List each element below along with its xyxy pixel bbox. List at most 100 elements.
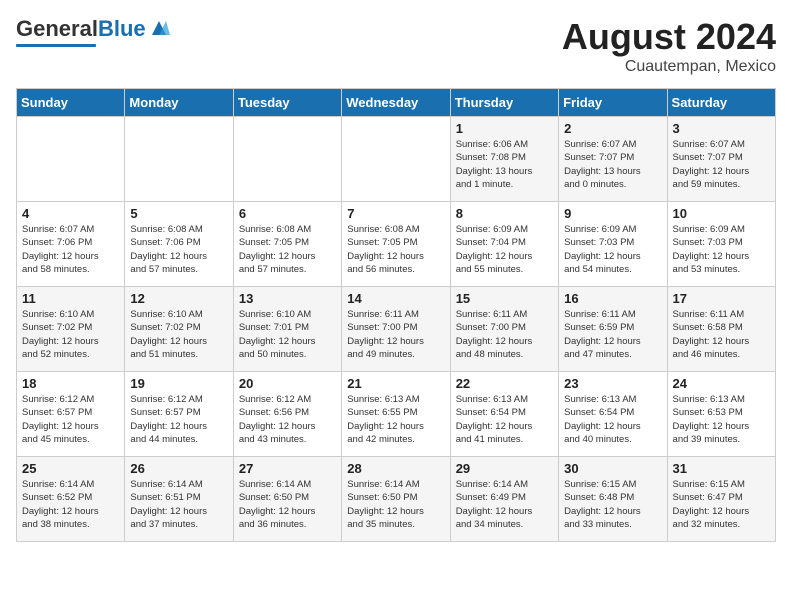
calendar-cell: 4 Sunrise: 6:07 AM Sunset: 7:06 PM Daylig…	[17, 202, 125, 287]
day-number: 11	[22, 291, 119, 306]
calendar-cell: 2Sunrise: 6:07 AM Sunset: 7:07 PM Daylig…	[559, 117, 667, 202]
day-info: Sunrise: 6:10 AM Sunset: 7:01 PM Dayligh…	[239, 308, 336, 361]
day-info: Sunrise: 6:09 AM Sunset: 7:03 PM Dayligh…	[673, 223, 770, 276]
calendar-cell: 26 Sunrise: 6:14 AM Sunset: 6:51 PM Dayli…	[125, 457, 233, 542]
day-number: 3	[673, 121, 770, 136]
calendar-cell: 28 Sunrise: 6:14 AM Sunset: 6:50 PM Dayli…	[342, 457, 450, 542]
day-number: 12	[130, 291, 227, 306]
day-of-week-header: Saturday	[667, 89, 775, 117]
calendar-cell: 22Sunrise: 6:13 AM Sunset: 6:54 PM Dayli…	[450, 372, 558, 457]
day-number: 24	[673, 376, 770, 391]
calendar-cell	[125, 117, 233, 202]
calendar-cell: 29 Sunrise: 6:14 AM Sunset: 6:49 PM Dayli…	[450, 457, 558, 542]
calendar-cell: 17Sunrise: 6:11 AM Sunset: 6:58 PM Dayli…	[667, 287, 775, 372]
day-info: Sunrise: 6:07 AM Sunset: 7:06 PM Dayligh…	[22, 223, 119, 276]
calendar-cell: 20 Sunrise: 6:12 AM Sunset: 6:56 PM Dayli…	[233, 372, 341, 457]
calendar-cell	[342, 117, 450, 202]
logo: GeneralBlue	[16, 16, 170, 47]
day-number: 18	[22, 376, 119, 391]
day-number: 8	[456, 206, 553, 221]
calendar-cell: 25 Sunrise: 6:14 AM Sunset: 6:52 PM Dayli…	[17, 457, 125, 542]
day-number: 6	[239, 206, 336, 221]
calendar-cell	[233, 117, 341, 202]
day-number: 23	[564, 376, 661, 391]
logo-underline	[16, 44, 96, 47]
calendar-cell: 15 Sunrise: 6:11 AM Sunset: 7:00 PM Dayli…	[450, 287, 558, 372]
day-info: Sunrise: 6:14 AM Sunset: 6:51 PM Dayligh…	[130, 478, 227, 531]
day-info: Sunrise: 6:11 AM Sunset: 7:00 PM Dayligh…	[347, 308, 444, 361]
day-info: Sunrise: 6:12 AM Sunset: 6:56 PM Dayligh…	[239, 393, 336, 446]
days-header-row: SundayMondayTuesdayWednesdayThursdayFrid…	[17, 89, 776, 117]
day-info: Sunrise: 6:14 AM Sunset: 6:50 PM Dayligh…	[347, 478, 444, 531]
day-number: 21	[347, 376, 444, 391]
calendar-cell	[17, 117, 125, 202]
day-number: 10	[673, 206, 770, 221]
calendar-week-row: 25 Sunrise: 6:14 AM Sunset: 6:52 PM Dayli…	[17, 457, 776, 542]
day-info: Sunrise: 6:11 AM Sunset: 7:00 PM Dayligh…	[456, 308, 553, 361]
calendar-cell: 23 Sunrise: 6:13 AM Sunset: 6:54 PM Dayli…	[559, 372, 667, 457]
day-info: Sunrise: 6:15 AM Sunset: 6:47 PM Dayligh…	[673, 478, 770, 531]
day-info: Sunrise: 6:14 AM Sunset: 6:49 PM Dayligh…	[456, 478, 553, 531]
day-info: Sunrise: 6:09 AM Sunset: 7:03 PM Dayligh…	[564, 223, 661, 276]
day-info: Sunrise: 6:06 AM Sunset: 7:08 PM Dayligh…	[456, 138, 553, 191]
calendar-cell: 14 Sunrise: 6:11 AM Sunset: 7:00 PM Dayli…	[342, 287, 450, 372]
day-of-week-header: Thursday	[450, 89, 558, 117]
day-of-week-header: Wednesday	[342, 89, 450, 117]
calendar-table: SundayMondayTuesdayWednesdayThursdayFrid…	[16, 88, 776, 542]
logo-blue-text: Blue	[98, 16, 146, 41]
day-info: Sunrise: 6:08 AM Sunset: 7:06 PM Dayligh…	[130, 223, 227, 276]
day-number: 5	[130, 206, 227, 221]
day-info: Sunrise: 6:08 AM Sunset: 7:05 PM Dayligh…	[239, 223, 336, 276]
title-block: August 2024 Cuautempan, Mexico	[562, 16, 776, 76]
day-info: Sunrise: 6:09 AM Sunset: 7:04 PM Dayligh…	[456, 223, 553, 276]
day-number: 15	[456, 291, 553, 306]
calendar-cell: 11 Sunrise: 6:10 AM Sunset: 7:02 PM Dayli…	[17, 287, 125, 372]
day-number: 29	[456, 461, 553, 476]
calendar-cell: 13 Sunrise: 6:10 AM Sunset: 7:01 PM Dayli…	[233, 287, 341, 372]
day-info: Sunrise: 6:08 AM Sunset: 7:05 PM Dayligh…	[347, 223, 444, 276]
calendar-week-row: 11 Sunrise: 6:10 AM Sunset: 7:02 PM Dayli…	[17, 287, 776, 372]
day-number: 25	[22, 461, 119, 476]
page-header: GeneralBlue August 2024 Cuautempan, Mexi…	[16, 16, 776, 76]
day-number: 14	[347, 291, 444, 306]
day-info: Sunrise: 6:10 AM Sunset: 7:02 PM Dayligh…	[22, 308, 119, 361]
day-number: 19	[130, 376, 227, 391]
calendar-cell: 16Sunrise: 6:11 AM Sunset: 6:59 PM Dayli…	[559, 287, 667, 372]
calendar-cell: 5 Sunrise: 6:08 AM Sunset: 7:06 PM Daylig…	[125, 202, 233, 287]
calendar-cell: 31Sunrise: 6:15 AM Sunset: 6:47 PM Dayli…	[667, 457, 775, 542]
day-number: 13	[239, 291, 336, 306]
day-number: 27	[239, 461, 336, 476]
day-info: Sunrise: 6:10 AM Sunset: 7:02 PM Dayligh…	[130, 308, 227, 361]
day-number: 20	[239, 376, 336, 391]
calendar-cell: 1 Sunrise: 6:06 AM Sunset: 7:08 PM Daylig…	[450, 117, 558, 202]
calendar-week-row: 4 Sunrise: 6:07 AM Sunset: 7:06 PM Daylig…	[17, 202, 776, 287]
day-info: Sunrise: 6:12 AM Sunset: 6:57 PM Dayligh…	[130, 393, 227, 446]
day-number: 26	[130, 461, 227, 476]
location-subtitle: Cuautempan, Mexico	[562, 58, 776, 76]
calendar-cell: 18 Sunrise: 6:12 AM Sunset: 6:57 PM Dayli…	[17, 372, 125, 457]
day-of-week-header: Friday	[559, 89, 667, 117]
day-info: Sunrise: 6:12 AM Sunset: 6:57 PM Dayligh…	[22, 393, 119, 446]
day-number: 4	[22, 206, 119, 221]
day-number: 22	[456, 376, 553, 391]
day-info: Sunrise: 6:13 AM Sunset: 6:54 PM Dayligh…	[564, 393, 661, 446]
day-number: 2	[564, 121, 661, 136]
calendar-cell: 19 Sunrise: 6:12 AM Sunset: 6:57 PM Dayli…	[125, 372, 233, 457]
day-number: 30	[564, 461, 661, 476]
day-info: Sunrise: 6:11 AM Sunset: 6:58 PM Dayligh…	[673, 308, 770, 361]
month-title: August 2024	[562, 16, 776, 58]
day-of-week-header: Tuesday	[233, 89, 341, 117]
day-of-week-header: Monday	[125, 89, 233, 117]
calendar-cell: 27Sunrise: 6:14 AM Sunset: 6:50 PM Dayli…	[233, 457, 341, 542]
day-number: 16	[564, 291, 661, 306]
calendar-cell: 21Sunrise: 6:13 AM Sunset: 6:55 PM Dayli…	[342, 372, 450, 457]
day-of-week-header: Sunday	[17, 89, 125, 117]
calendar-week-row: 1 Sunrise: 6:06 AM Sunset: 7:08 PM Daylig…	[17, 117, 776, 202]
day-number: 1	[456, 121, 553, 136]
day-number: 28	[347, 461, 444, 476]
day-number: 7	[347, 206, 444, 221]
calendar-cell: 3 Sunrise: 6:07 AM Sunset: 7:07 PM Daylig…	[667, 117, 775, 202]
day-info: Sunrise: 6:07 AM Sunset: 7:07 PM Dayligh…	[673, 138, 770, 191]
calendar-cell: 10 Sunrise: 6:09 AM Sunset: 7:03 PM Dayli…	[667, 202, 775, 287]
day-info: Sunrise: 6:14 AM Sunset: 6:52 PM Dayligh…	[22, 478, 119, 531]
